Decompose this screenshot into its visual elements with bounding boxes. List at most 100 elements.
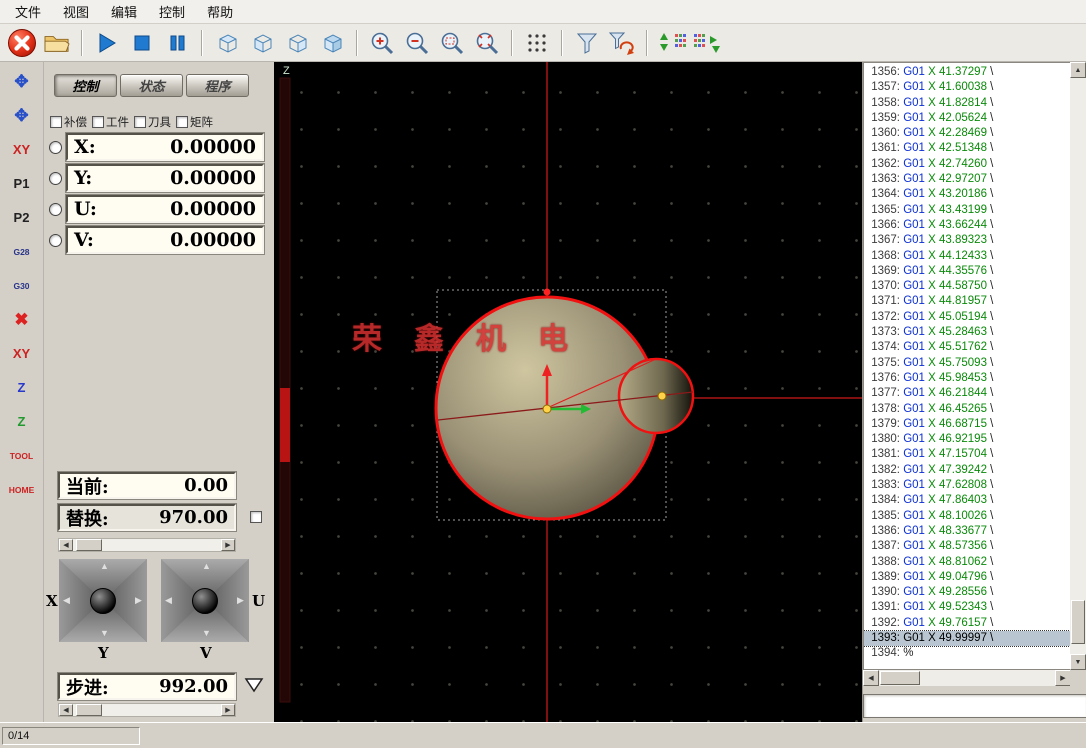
gcode-line[interactable]: 1367: G01 X 43.89323 \ bbox=[864, 233, 1070, 248]
sidebar-item-g30[interactable]: G30 bbox=[3, 270, 40, 301]
gcode-line[interactable]: 1380: G01 X 46.92195 \ bbox=[864, 432, 1070, 447]
scroll-thumb[interactable] bbox=[1071, 600, 1085, 644]
stop-run-button[interactable] bbox=[126, 27, 158, 59]
sidebar-item-g28[interactable]: G28 bbox=[3, 236, 40, 267]
menu-item-4[interactable]: 帮助 bbox=[196, 0, 244, 24]
axis-radio-x[interactable] bbox=[49, 140, 62, 154]
open-file-button[interactable] bbox=[41, 27, 73, 59]
view-cube-right-button[interactable] bbox=[281, 27, 313, 59]
view-cube-top-button[interactable] bbox=[211, 27, 243, 59]
filter-button[interactable] bbox=[571, 27, 603, 59]
viewport-canvas[interactable]: Z 荣鑫机电 bbox=[274, 62, 862, 722]
gcode-line[interactable]: 1385: G01 X 48.10026 \ bbox=[864, 509, 1070, 524]
sidebar-item-z-down[interactable]: Z bbox=[3, 406, 40, 437]
gcode-line[interactable]: 1378: G01 X 46.45265 \ bbox=[864, 402, 1070, 417]
tab-1[interactable]: 状态 bbox=[120, 74, 183, 97]
gcode-line[interactable]: 1370: G01 X 44.58750 \ bbox=[864, 279, 1070, 294]
gcode-line[interactable]: 1366: G01 X 43.66244 \ bbox=[864, 218, 1070, 233]
gcode-line[interactable]: 1373: G01 X 45.28463 \ bbox=[864, 325, 1070, 340]
sidebar-item-tool[interactable]: TOOL bbox=[3, 440, 40, 471]
scroll-thumb[interactable] bbox=[880, 671, 920, 685]
checkbox-box[interactable] bbox=[50, 116, 62, 128]
scroll-thumb[interactable] bbox=[76, 704, 102, 716]
step-dropdown-button[interactable] bbox=[244, 677, 264, 693]
gcode-line[interactable]: 1381: G01 X 47.15704 \ bbox=[864, 447, 1070, 462]
view-cube-left-button[interactable] bbox=[246, 27, 278, 59]
jog-pad-uv[interactable]: ▲ ▼ ◀ ▶ bbox=[161, 559, 249, 642]
scroll-left-arrow[interactable]: ◀ bbox=[59, 704, 73, 716]
checkbox-box[interactable] bbox=[176, 116, 188, 128]
gcode-line[interactable]: 1389: G01 X 49.04796 \ bbox=[864, 570, 1070, 585]
gcode-line[interactable]: 1368: G01 X 44.12433 \ bbox=[864, 249, 1070, 264]
gcode-line[interactable]: 1356: G01 X 41.37297 \ bbox=[864, 65, 1070, 80]
gcode-line[interactable]: 1391: G01 X 49.52343 \ bbox=[864, 600, 1070, 615]
gcode-line[interactable]: 1358: G01 X 41.82814 \ bbox=[864, 96, 1070, 111]
sidebar-item-xy-zero[interactable]: XY bbox=[3, 134, 40, 165]
gcode-line[interactable]: 1384: G01 X 47.86403 \ bbox=[864, 493, 1070, 508]
command-input[interactable] bbox=[863, 694, 1086, 718]
scroll-down-arrow[interactable]: ▼ bbox=[1070, 654, 1086, 670]
gcode-line[interactable]: 1374: G01 X 45.51762 \ bbox=[864, 340, 1070, 355]
gcode-line[interactable]: 1361: G01 X 42.51348 \ bbox=[864, 141, 1070, 156]
zoom-extents-button[interactable] bbox=[471, 27, 503, 59]
menu-item-0[interactable]: 文件 bbox=[4, 0, 52, 24]
gcode-line[interactable]: 1375: G01 X 45.75093 \ bbox=[864, 356, 1070, 371]
gcode-list[interactable]: 1356: G01 X 41.37297 \ 1357: G01 X 41.600… bbox=[863, 62, 1071, 670]
pause-button[interactable] bbox=[161, 27, 193, 59]
replace-checkbox[interactable] bbox=[250, 511, 262, 523]
gcode-line[interactable]: 1357: G01 X 41.60038 \ bbox=[864, 80, 1070, 95]
gcode-line[interactable]: 1376: G01 X 45.98453 \ bbox=[864, 371, 1070, 386]
gcode-line[interactable]: 1369: G01 X 44.35576 \ bbox=[864, 264, 1070, 279]
gcode-line[interactable]: 1394: % bbox=[864, 646, 1070, 661]
scroll-up-arrow[interactable]: ▲ bbox=[1070, 62, 1086, 78]
axis-radio-u[interactable] bbox=[49, 202, 62, 216]
sidebar-item-p2[interactable]: P2 bbox=[3, 202, 40, 233]
gcode-line[interactable]: 1393: G01 X 49.99997 \ bbox=[864, 629, 1070, 648]
zoom-window-button[interactable] bbox=[436, 27, 468, 59]
scroll-right-arrow[interactable]: ▶ bbox=[1055, 670, 1071, 686]
menu-item-1[interactable]: 视图 bbox=[52, 0, 100, 24]
gcode-line[interactable]: 1386: G01 X 48.33677 \ bbox=[864, 524, 1070, 539]
jog-center-knob[interactable] bbox=[90, 587, 116, 614]
tab-0[interactable]: 控制 bbox=[54, 74, 117, 97]
gcode-line[interactable]: 1392: G01 X 49.76157 \ bbox=[864, 616, 1070, 631]
gcode-line[interactable]: 1372: G01 X 45.05194 \ bbox=[864, 310, 1070, 325]
scroll-left-arrow[interactable]: ◀ bbox=[863, 670, 879, 686]
menu-item-3[interactable]: 控制 bbox=[148, 0, 196, 24]
gcode-horizontal-scrollbar[interactable]: ◀ ▶ bbox=[863, 670, 1071, 686]
jog-speed-scrollbar[interactable]: ◀ ▶ bbox=[58, 538, 236, 552]
sidebar-item-delete[interactable]: ✖ bbox=[3, 304, 40, 335]
axis-radio-y[interactable] bbox=[49, 171, 62, 185]
step-forward-button[interactable] bbox=[656, 27, 688, 59]
scroll-right-arrow[interactable]: ▶ bbox=[221, 704, 235, 716]
gcode-line[interactable]: 1363: G01 X 42.97207 \ bbox=[864, 172, 1070, 187]
scroll-thumb[interactable] bbox=[76, 539, 102, 551]
jog-center-knob[interactable] bbox=[192, 587, 218, 614]
gcode-line[interactable]: 1364: G01 X 43.20186 \ bbox=[864, 187, 1070, 202]
gcode-line[interactable]: 1362: G01 X 42.74260 \ bbox=[864, 157, 1070, 172]
display-checkbox-0[interactable]: 补偿 bbox=[50, 114, 87, 130]
axis-radio-v[interactable] bbox=[49, 233, 62, 247]
gcode-line[interactable]: 1388: G01 X 48.81062 \ bbox=[864, 555, 1070, 570]
scroll-right-arrow[interactable]: ▶ bbox=[221, 539, 235, 551]
gcode-line[interactable]: 1360: G01 X 42.28469 \ bbox=[864, 126, 1070, 141]
scroll-left-arrow[interactable]: ◀ bbox=[59, 539, 73, 551]
gcode-line[interactable]: 1390: G01 X 49.28556 \ bbox=[864, 585, 1070, 600]
display-checkbox-1[interactable]: 工件 bbox=[92, 114, 129, 130]
step-mode-button[interactable] bbox=[691, 27, 723, 59]
points-display-button[interactable] bbox=[521, 27, 553, 59]
sidebar-item-home[interactable]: HOME bbox=[3, 474, 40, 505]
filter-reset-button[interactable] bbox=[606, 27, 638, 59]
zoom-in-button[interactable] bbox=[366, 27, 398, 59]
gcode-line[interactable]: 1379: G01 X 46.68715 \ bbox=[864, 417, 1070, 432]
gcode-line[interactable]: 1371: G01 X 44.81957 \ bbox=[864, 294, 1070, 309]
sidebar-item-jog-move-plus[interactable]: ✥ bbox=[3, 100, 40, 131]
sidebar-item-jog-move[interactable]: ✥ bbox=[3, 66, 40, 97]
gcode-line[interactable]: 1365: G01 X 43.43199 \ bbox=[864, 203, 1070, 218]
tab-2[interactable]: 程序 bbox=[186, 74, 249, 97]
gcode-line[interactable]: 1387: G01 X 48.57356 \ bbox=[864, 539, 1070, 554]
menu-item-2[interactable]: 编辑 bbox=[100, 0, 148, 24]
sidebar-item-xy-clear[interactable]: XY bbox=[3, 338, 40, 369]
gcode-line[interactable]: 1383: G01 X 47.62808 \ bbox=[864, 478, 1070, 493]
sidebar-item-z-up[interactable]: Z bbox=[3, 372, 40, 403]
